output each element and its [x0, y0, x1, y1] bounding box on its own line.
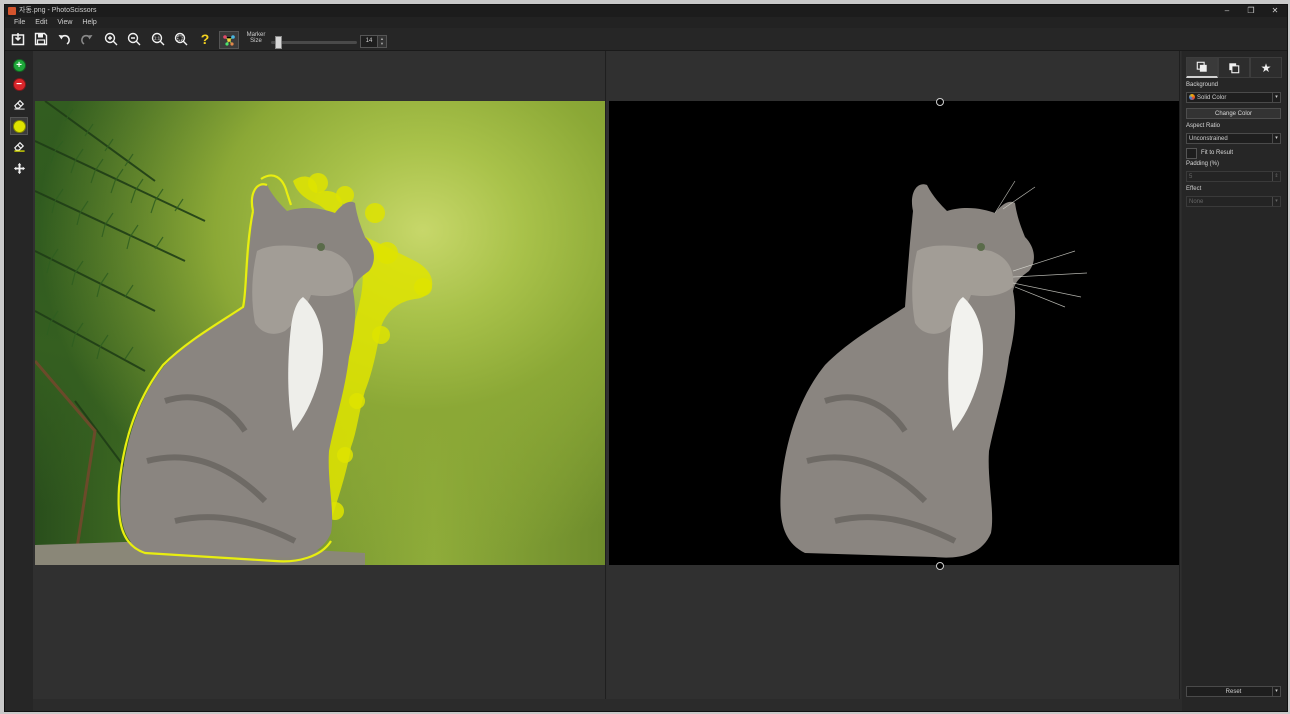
fit-to-result-label: Fit to Result: [1201, 150, 1234, 156]
source-photo-drawing: [35, 101, 433, 565]
eraser-yellow-icon: [13, 141, 25, 152]
restore-button[interactable]: ❐: [1245, 5, 1257, 17]
marker-size-spinner[interactable]: ▲ ▼: [377, 35, 387, 48]
menu-file[interactable]: File: [9, 17, 30, 28]
zoom-out-icon: [127, 32, 141, 46]
chevron-down-icon: ▾: [1272, 134, 1280, 143]
result-photo-drawing: [780, 180, 1088, 558]
minus-circle-icon: −: [12, 77, 26, 91]
result-pane[interactable]: [607, 51, 1180, 699]
open-file-icon: [11, 33, 25, 46]
background-label: Background: [1186, 82, 1219, 88]
marker-size-slider-track[interactable]: [271, 41, 357, 44]
padding-input[interactable]: 5 ⇕: [1186, 171, 1281, 182]
tab-foreground[interactable]: [1218, 57, 1250, 78]
crop-handle-bottom[interactable]: [936, 562, 944, 570]
zoom-actual-size-button[interactable]: 1:1: [149, 31, 167, 47]
menu-bar: File Edit View Help: [5, 17, 1287, 28]
chevron-down-icon: ▾: [1272, 687, 1280, 696]
hair-eraser-button[interactable]: [11, 137, 27, 153]
molecule-processing-button[interactable]: [219, 31, 239, 49]
settings-panel: ★ Background Solid Color ▾ Change Color …: [1182, 51, 1287, 711]
svg-text:1:1: 1:1: [154, 36, 161, 41]
marker-size-slider-thumb[interactable]: [275, 36, 283, 49]
cutout-cat-body: [780, 184, 1034, 558]
undo-button[interactable]: [55, 31, 73, 47]
eraser-button[interactable]: [11, 95, 27, 111]
chevron-down-icon: ▾: [1272, 197, 1280, 206]
result-image[interactable]: [609, 101, 1179, 565]
zoom-1to1-icon: 1:1: [151, 32, 165, 46]
save-button[interactable]: [32, 31, 50, 47]
toolbar: 1:1 ? Marker Size 14 ▲ ▼: [5, 28, 1287, 51]
marker-size-label: Marker Size: [246, 32, 266, 44]
remove-marker-button[interactable]: −: [11, 76, 27, 92]
tab-background[interactable]: [1186, 57, 1218, 78]
tab-effects[interactable]: ★: [1250, 57, 1282, 78]
hair-marker-button[interactable]: [10, 117, 28, 135]
app-window: 자동.png - PhotoScissors – ❐ ✕ File Edit V…: [4, 4, 1288, 712]
cat-eye: [317, 243, 325, 251]
pan-tool-button[interactable]: [11, 160, 27, 176]
background-select[interactable]: Solid Color ▾: [1186, 92, 1281, 103]
zoom-fit-icon: [174, 32, 188, 46]
marker-tools: + −: [5, 51, 33, 711]
cutout-cat-eye: [977, 243, 985, 251]
save-icon: [34, 32, 48, 46]
fit-to-result-checkbox[interactable]: [1186, 148, 1197, 159]
minimize-button[interactable]: –: [1221, 5, 1233, 17]
aspect-ratio-select[interactable]: Unconstrained ▾: [1186, 133, 1281, 144]
molecule-icon: [223, 35, 235, 46]
chevron-down-icon: ▾: [1272, 93, 1280, 102]
fir-needles: [46, 108, 184, 360]
canvas-area: [33, 51, 1181, 699]
title-bar: 자동.png - PhotoScissors – ❐ ✕: [5, 5, 1287, 17]
branch-stem: [35, 360, 97, 562]
padding-label: Padding (%): [1186, 161, 1220, 167]
move-arrows-icon: [13, 162, 25, 174]
color-wheel-icon: [1189, 94, 1195, 101]
reset-button[interactable]: Reset ▾: [1186, 686, 1281, 697]
effect-label: Effect: [1186, 186, 1202, 192]
layers-front-icon: [1196, 61, 1207, 72]
close-button[interactable]: ✕: [1269, 5, 1281, 17]
keep-marker-button[interactable]: +: [11, 57, 27, 73]
marker-size-input[interactable]: 14: [360, 35, 378, 48]
aspect-ratio-label: Aspect Ratio: [1186, 123, 1221, 129]
menu-edit[interactable]: Edit: [30, 17, 52, 28]
source-image[interactable]: [35, 101, 605, 565]
settings-tabs: ★: [1186, 57, 1282, 78]
zoom-in-icon: [104, 32, 118, 46]
eraser-icon: [13, 99, 25, 110]
change-color-button[interactable]: Change Color: [1186, 108, 1281, 119]
window-title: 자동.png - PhotoScissors: [19, 7, 97, 14]
spinner-arrows-icon: ⇕: [1272, 172, 1280, 181]
yellow-circle-icon: [12, 119, 26, 133]
app-icon: [8, 7, 16, 15]
plus-circle-icon: +: [12, 58, 26, 72]
open-image-button[interactable]: [9, 31, 27, 47]
source-pane[interactable]: [33, 51, 606, 699]
undo-icon: [58, 34, 70, 45]
menu-help[interactable]: Help: [77, 17, 101, 28]
effect-select[interactable]: None ▾: [1186, 196, 1281, 207]
zoom-fit-button[interactable]: [172, 31, 190, 47]
redo-button[interactable]: [78, 31, 96, 47]
star-icon: ★: [1260, 60, 1272, 75]
redo-icon: [81, 34, 93, 45]
zoom-in-button[interactable]: [102, 31, 120, 47]
menu-view[interactable]: View: [52, 17, 77, 28]
help-button[interactable]: ?: [196, 31, 214, 47]
crop-handle-top[interactable]: [936, 98, 944, 106]
zoom-out-button[interactable]: [125, 31, 143, 47]
layers-back-icon: [1229, 62, 1240, 73]
